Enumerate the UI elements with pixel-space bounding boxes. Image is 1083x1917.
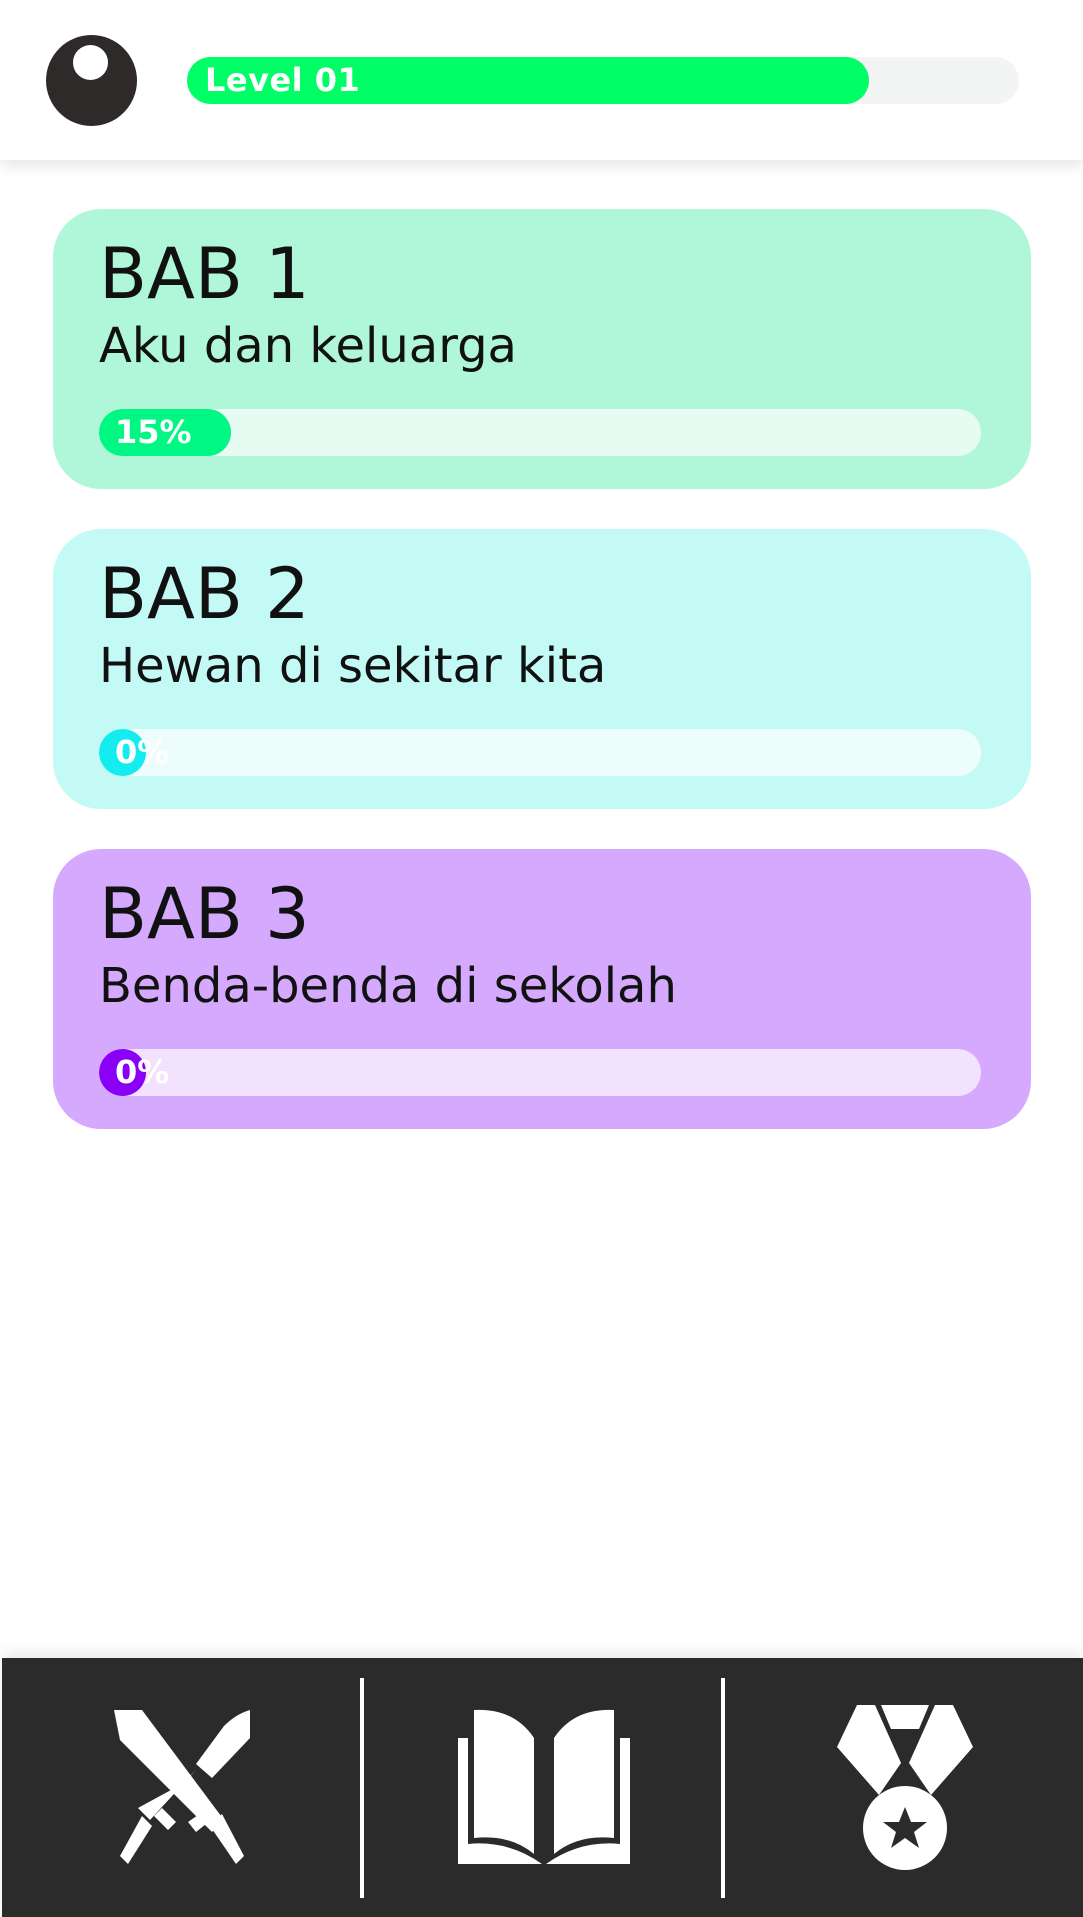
chapter-title: BAB 3 — [99, 873, 310, 955]
chapter-progress-label: 15% — [115, 413, 192, 451]
open-book-icon — [458, 1709, 630, 1864]
nav-lessons-button[interactable] — [364, 1658, 724, 1917]
top-bar: Level 01 — [0, 0, 1083, 160]
medal-icon — [837, 1704, 973, 1870]
chapter-card-1[interactable]: BAB 1 Aku dan keluarga 15% — [53, 209, 1031, 489]
chapter-subtitle: Hewan di sekitar kita — [99, 638, 607, 694]
avatar-head — [73, 45, 108, 80]
chapter-progress-bar: 0% — [99, 1049, 981, 1096]
chapter-title: BAB 2 — [99, 553, 310, 635]
chapter-progress-label: 0% — [115, 1053, 170, 1091]
chapter-title: BAB 1 — [99, 233, 310, 315]
level-label: Level 01 — [205, 61, 361, 99]
nav-achievements-button[interactable] — [725, 1658, 1083, 1917]
chapter-subtitle: Benda-benda di sekolah — [99, 958, 677, 1014]
bottom-navigation — [2, 1658, 1083, 1917]
chapter-progress-bar: 0% — [99, 729, 981, 776]
level-progress-bar: Level 01 — [187, 57, 1019, 104]
nav-battle-button[interactable] — [2, 1658, 362, 1917]
chapter-card-3[interactable]: BAB 3 Benda-benda di sekolah 0% — [53, 849, 1031, 1129]
chapter-progress-label: 0% — [115, 733, 170, 771]
user-avatar-icon[interactable] — [46, 35, 137, 126]
crossed-swords-icon — [114, 1709, 250, 1864]
chapter-card-2[interactable]: BAB 2 Hewan di sekitar kita 0% — [53, 529, 1031, 809]
chapter-subtitle: Aku dan keluarga — [99, 318, 517, 374]
chapter-progress-bar: 15% — [99, 409, 981, 456]
